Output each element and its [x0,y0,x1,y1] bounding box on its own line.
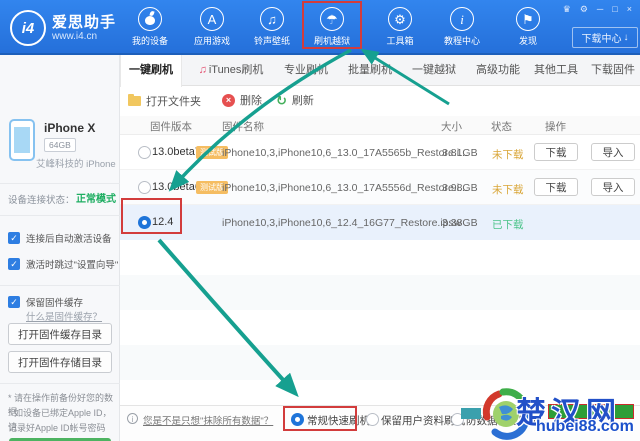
open-firmware-storage-dir-button[interactable]: 打开固件存储目录 [8,351,112,373]
connection-status-label: 设备连接状态： [8,195,75,206]
iphone-icon [9,119,35,161]
minimize-icon[interactable]: ─ [597,4,603,15]
settings-icon[interactable]: ⚙ [580,4,588,15]
checkbox-checked-icon: ✓ [8,232,20,244]
mode-label-normal[interactable]: 常规快速刷机 [307,413,370,428]
status-badge: 未下载 [492,184,524,196]
device-capacity-badge: 64GB [44,138,76,152]
info-icon: i [127,413,138,424]
what-is-firmware-cache-link[interactable]: 什么是固件缓存？ [26,309,102,323]
discover-icon: ⚑ [516,7,540,31]
nav-toolbox[interactable]: ⚙ 工具箱 [370,7,430,47]
folder-icon [128,94,141,106]
mode-label-anti-recovery[interactable]: 防数据恢复刷机 [466,413,540,428]
firmware-radio-selected[interactable] [138,216,151,229]
apple-icon [138,7,162,31]
jailbreak-icon: ☂ [320,7,344,31]
download-button[interactable]: 下载 [534,143,578,161]
appstore-icon: A [200,7,224,31]
tab-batch-flash[interactable]: 批量刷机 [342,55,398,86]
col-firmware-version: 固件版本 [150,121,192,133]
app-logo: i4 [10,10,46,46]
nav-apps-games[interactable]: A 应用游戏 [182,7,242,47]
checkbox-skip-setup[interactable]: ✓ 激活时跳过"设置向导" [8,257,118,271]
ringtone-icon: ♫ [260,7,284,31]
tab-other-tools[interactable]: 其他工具 [530,55,582,86]
checkbox-auto-activate[interactable]: ✓ 连接后自动激活设备 [8,231,112,245]
tutorial-icon: i [450,7,474,31]
download-icon: ↓ [623,32,629,43]
nav-ringtones-wallpapers[interactable]: ♫ 铃声壁纸 [242,7,302,47]
mode-radio-keep-data[interactable] [366,413,379,426]
brand-url: www.i4.cn [52,31,98,42]
table-row[interactable]: 13.0beta7 测试版 iPhone10,3,iPhone10,6_13.0… [120,135,640,170]
import-button[interactable]: 导入 [591,178,635,196]
delete-icon: × [222,93,235,107]
col-status: 状态 [491,121,512,133]
maximize-icon[interactable]: □ [612,4,617,15]
download-center-button[interactable]: 下载中心 ↓ [572,27,638,48]
tab-one-click-jailbreak[interactable]: 一键越狱 [406,55,462,86]
empty-list-area [120,240,640,405]
vip-icon[interactable]: ♛ [563,4,571,15]
status-badge: 未下载 [492,149,524,161]
nav-flash-jailbreak[interactable]: ☂ 刷机越狱 [302,7,362,47]
tab-itunes-flash[interactable]: ♫ iTunes刷机 [190,55,272,86]
mode-radio-normal-selected[interactable] [291,413,304,426]
checkbox-checked-icon: ✓ [8,258,20,270]
firmware-radio[interactable] [138,181,151,194]
nav-discover[interactable]: ⚑ 发现 [498,7,558,47]
backup-note-3: 记录好Apple ID帐号密码 [8,423,106,433]
table-row[interactable]: 13.0beta6 测试版 iPhone10,3,iPhone10,6_13.0… [120,170,640,205]
col-firmware-name: 固件名称 [222,121,264,133]
titlebar: i4 爱思助手 www.i4.cn 我的设备 A 应用游戏 ♫ 铃声壁纸 ☂ 刷… [0,0,640,55]
aisi-assistant-window: i4 爱思助手 www.i4.cn 我的设备 A 应用游戏 ♫ 铃声壁纸 ☂ 刷… [0,0,640,441]
open-firmware-cache-dir-button[interactable]: 打开固件缓存目录 [8,323,112,345]
refresh-button[interactable]: ↻ 刷新 [276,92,314,108]
sidebar: iPhone X 64GB 艾峰科技的 iPhone 设备连接状态： 正常模式 … [0,55,120,441]
toolbox-icon: ⚙ [388,7,412,31]
tab-pro-flash[interactable]: 专业刷机 [278,55,334,86]
device-owner: 艾峰科技的 iPhone [36,159,116,170]
erase-all-data-link[interactable]: 您是不是只想"抹除所有数据"？ [143,413,273,427]
brand-name: 爱思助手 [52,14,117,31]
import-button[interactable]: 导入 [591,143,635,161]
close-icon[interactable]: × [627,4,632,15]
tab-download-firmware[interactable]: 下载固件 [586,55,640,86]
device-name: iPhone X [44,121,96,135]
tab-advanced-features[interactable]: 高级功能 [470,55,526,86]
mode-radio-anti-recovery[interactable] [451,413,464,426]
table-row-selected[interactable]: 12.4 iPhone10,3,iPhone10,6_12.4_16G77_Re… [120,205,640,240]
download-button[interactable]: 下载 [534,178,578,196]
refresh-icon: ↻ [276,92,287,108]
connection-status-value: 正常模式 [76,194,116,205]
firmware-radio[interactable] [138,146,151,159]
itunes-icon: ♫ [198,64,207,76]
window-controls: ♛ ⚙ ─ □ × [563,4,632,15]
nav-my-device[interactable]: 我的设备 [120,7,180,47]
tab-one-click-flash[interactable]: 一键刷机 [120,55,182,87]
nav-tutorial-center[interactable]: i 教程中心 [432,7,492,47]
col-actions: 操作 [545,121,566,133]
checkbox-checked-icon: ✓ [8,296,20,308]
status-badge: 已下载 [492,219,524,231]
checkbox-keep-firmware-cache[interactable]: ✓ 保留固件缓存 [8,295,83,309]
open-folder-button[interactable]: 打开文件夹 [128,93,201,109]
delete-button[interactable]: × 删除 [222,92,262,108]
col-size: 大小 [441,121,462,133]
